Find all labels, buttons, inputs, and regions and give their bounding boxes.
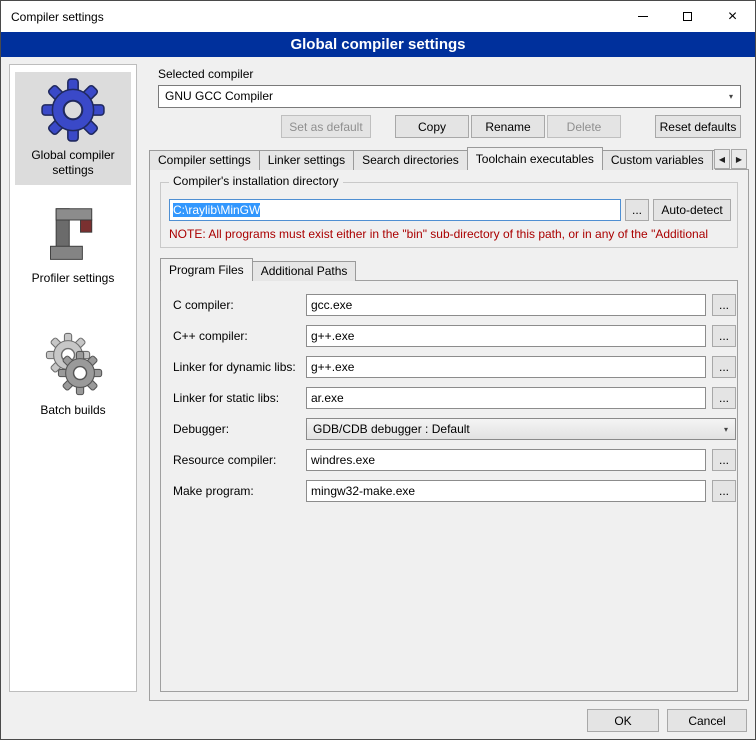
cancel-button[interactable]: Cancel — [667, 709, 747, 732]
tab-compiler-settings[interactable]: Compiler settings — [149, 150, 260, 170]
tab-scroll-right-button[interactable]: ▶ — [731, 149, 747, 169]
window-title: Compiler settings — [11, 10, 104, 24]
dialog-banner-title: Global compiler settings — [1, 32, 755, 57]
copy-button[interactable]: Copy — [395, 115, 469, 138]
linker-dynamic-input[interactable] — [306, 356, 706, 378]
linker-static-label: Linker for static libs: — [173, 387, 303, 409]
installation-directory-input[interactable]: C:\raylib\MinGW — [169, 199, 621, 221]
cpp-compiler-browse-button[interactable]: ... — [712, 325, 736, 347]
resource-compiler-input[interactable] — [306, 449, 706, 471]
rename-button[interactable]: Rename — [471, 115, 545, 138]
sidebar-item-global-compiler-settings[interactable]: Global compiler settings — [15, 72, 131, 185]
sidebar-item-profiler-settings[interactable]: Profiler settings — [15, 199, 131, 293]
executables-subtab-strip: Program Files Additional Paths — [160, 258, 355, 281]
debugger-combobox[interactable]: GDB/CDB debugger : Default ▾ — [306, 418, 736, 440]
ok-button[interactable]: OK — [587, 709, 659, 732]
installation-directory-selected-text: C:\raylib\MinGW — [173, 203, 260, 217]
gear-stack-icon — [17, 332, 129, 398]
minimize-button[interactable] — [620, 1, 665, 32]
compiler-actions: Set as default Copy Rename Delete Reset … — [158, 115, 741, 138]
scroll-left-icon: ◀ — [719, 155, 725, 164]
set-as-default-button[interactable]: Set as default — [281, 115, 371, 138]
subtab-additional-paths[interactable]: Additional Paths — [252, 261, 357, 281]
program-files-panel: C compiler: ... C++ compiler: ... Linker… — [160, 280, 738, 692]
linker-dynamic-browse-button[interactable]: ... — [712, 356, 736, 378]
sidebar-item-label: Global compiler settings — [17, 148, 129, 178]
minimize-icon — [638, 16, 648, 17]
make-program-input[interactable] — [306, 480, 706, 502]
compiler-settings-dialog: Compiler settings × Global compiler sett… — [0, 0, 756, 740]
sidebar-item-batch-builds[interactable]: Batch builds — [15, 327, 131, 425]
delete-button[interactable]: Delete — [547, 115, 621, 138]
tab-scroll-buttons: ◀ ▶ — [713, 149, 747, 169]
maximize-button[interactable] — [665, 1, 710, 32]
resource-compiler-browse-button[interactable]: ... — [712, 449, 736, 471]
titlebar: Compiler settings × — [1, 1, 755, 32]
selected-compiler-label: Selected compiler — [158, 67, 253, 81]
linker-dynamic-label: Linker for dynamic libs: — [173, 356, 303, 378]
sidebar-item-label: Batch builds — [17, 403, 129, 418]
linker-static-input[interactable] — [306, 387, 706, 409]
reset-defaults-button[interactable]: Reset defaults — [655, 115, 741, 138]
installation-directory-browse-button[interactable]: ... — [625, 199, 649, 221]
maximize-icon — [683, 12, 692, 21]
subtab-program-files[interactable]: Program Files — [160, 258, 253, 281]
profiler-tool-icon — [17, 204, 129, 266]
installation-directory-label: Compiler's installation directory — [169, 174, 343, 188]
window-controls: × — [620, 1, 755, 32]
debugger-value: GDB/CDB debugger : Default — [313, 422, 470, 436]
debugger-label: Debugger: — [173, 418, 303, 440]
close-button[interactable]: × — [710, 1, 755, 32]
tab-linker-settings[interactable]: Linker settings — [259, 150, 354, 170]
tab-custom-variables[interactable]: Custom variables — [602, 150, 713, 170]
auto-detect-button[interactable]: Auto-detect — [653, 199, 731, 221]
sidebar-item-label: Profiler settings — [17, 271, 129, 286]
close-icon: × — [728, 9, 737, 25]
scroll-right-icon: ▶ — [736, 155, 742, 164]
tab-scroll-left-button[interactable]: ◀ — [714, 149, 730, 169]
tab-search-directories[interactable]: Search directories — [353, 150, 468, 170]
tab-toolchain-executables[interactable]: Toolchain executables — [467, 147, 603, 170]
settings-tab-strip: Compiler settings Linker settings Search… — [149, 147, 715, 170]
c-compiler-browse-button[interactable]: ... — [712, 294, 736, 316]
resource-compiler-label: Resource compiler: — [173, 449, 303, 471]
make-program-label: Make program: — [173, 480, 303, 502]
make-program-browse-button[interactable]: ... — [712, 480, 736, 502]
installation-note: NOTE: All programs must exist either in … — [169, 227, 735, 241]
chevron-down-icon: ▾ — [724, 419, 728, 440]
c-compiler-input[interactable] — [306, 294, 706, 316]
c-compiler-label: C compiler: — [173, 294, 303, 316]
blue-gear-icon — [17, 77, 129, 143]
selected-compiler-value: GNU GCC Compiler — [165, 89, 273, 103]
selected-compiler-combobox[interactable]: GNU GCC Compiler ▾ — [158, 85, 741, 108]
cpp-compiler-label: C++ compiler: — [173, 325, 303, 347]
chevron-down-icon: ▾ — [729, 86, 733, 107]
installation-directory-groupbox: Compiler's installation directory C:\ray… — [160, 182, 738, 248]
settings-category-list: Global compiler settings Profiler settin… — [9, 64, 137, 692]
linker-static-browse-button[interactable]: ... — [712, 387, 736, 409]
cpp-compiler-input[interactable] — [306, 325, 706, 347]
toolchain-executables-panel: Compiler's installation directory C:\ray… — [149, 169, 749, 701]
